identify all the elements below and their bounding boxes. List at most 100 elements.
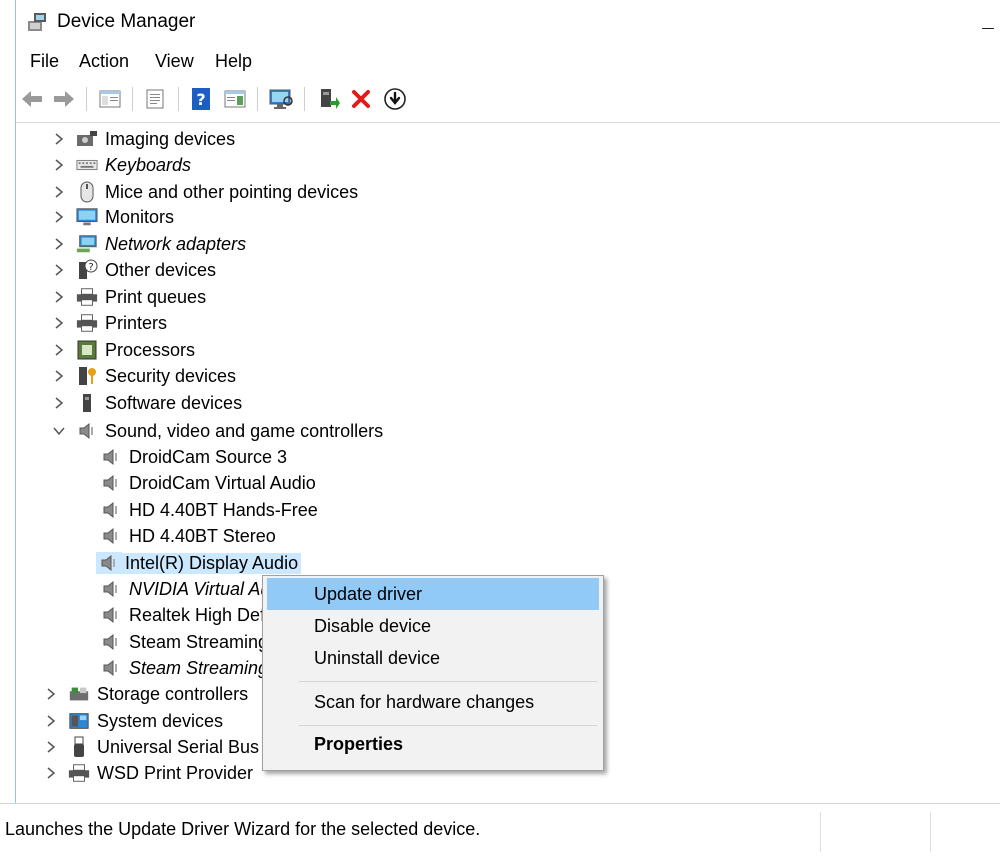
chevron-right-icon[interactable] xyxy=(52,210,66,224)
chevron-right-icon[interactable] xyxy=(52,343,66,357)
action-pane-icon[interactable] xyxy=(221,85,249,113)
properties-sheet-icon[interactable] xyxy=(141,85,169,113)
toolbar: ? xyxy=(16,82,1000,123)
menu-item-scan-hardware[interactable]: Scan for hardware changes xyxy=(267,686,599,718)
menu-separator xyxy=(299,725,597,726)
menu-bar: File Action View Help xyxy=(16,46,1000,76)
tree-item-label: Imaging devices xyxy=(105,128,236,149)
tree-child-droidcam-virtual-audio[interactable]: DroidCam Virtual Audio xyxy=(100,470,316,496)
red-x-icon[interactable] xyxy=(347,85,375,113)
keyboard-icon xyxy=(76,154,98,176)
tree-item-label: Mice and other pointing devices xyxy=(105,181,359,202)
tree-item-keyboards[interactable]: Keyboards xyxy=(52,152,191,178)
help-icon[interactable]: ? xyxy=(187,85,215,113)
tree-item-storage-controllers[interactable]: Storage controllers xyxy=(44,681,248,707)
chevron-right-icon[interactable] xyxy=(52,263,66,277)
tree-item-sound-video-game[interactable]: Sound, video and game controllers xyxy=(52,418,383,444)
status-text: Launches the Update Driver Wizard for th… xyxy=(5,819,481,839)
tree-item-label-selected: Intel(R) Display Audio xyxy=(122,552,302,574)
chevron-right-icon[interactable] xyxy=(44,687,58,701)
menu-item-uninstall-device[interactable]: Uninstall device xyxy=(267,642,599,674)
tree-item-label: Other devices xyxy=(105,259,217,280)
tree-item-label: Realtek High Defi xyxy=(129,604,270,625)
chevron-right-icon[interactable] xyxy=(52,132,66,146)
menu-item-disable-device[interactable]: Disable device xyxy=(267,610,599,642)
tree-item-print-queues[interactable]: Print queues xyxy=(52,284,206,310)
download-circle-icon[interactable] xyxy=(381,85,409,113)
chevron-right-icon[interactable] xyxy=(52,316,66,330)
system-devices-icon xyxy=(68,710,90,732)
tree-item-label: Printers xyxy=(105,312,168,333)
tree-child-steam-streaming-2[interactable]: Steam Streaming xyxy=(100,655,268,681)
chevron-right-icon[interactable] xyxy=(52,369,66,383)
software-device-icon xyxy=(76,392,98,414)
tree-item-security-devices[interactable]: Security devices xyxy=(52,363,236,389)
menu-help[interactable]: Help xyxy=(213,51,254,72)
chevron-right-icon[interactable] xyxy=(52,290,66,304)
tree-item-label: DroidCam Source 3 xyxy=(129,446,288,467)
tree-child-realtek-high-def[interactable]: Realtek High Defi xyxy=(100,602,269,628)
minimize-button[interactable] xyxy=(982,28,994,29)
tree-item-mice[interactable]: Mice and other pointing devices xyxy=(52,179,358,205)
menu-view[interactable]: View xyxy=(153,51,196,72)
menu-file[interactable]: File xyxy=(28,51,61,72)
menu-separator xyxy=(299,681,597,682)
speaker-icon xyxy=(100,525,122,547)
tree-item-usb[interactable]: Universal Serial Bus c xyxy=(44,734,273,760)
chevron-down-icon[interactable] xyxy=(52,424,66,438)
usb-icon xyxy=(68,736,90,758)
tree-item-wsd-print-provider[interactable]: WSD Print Provider xyxy=(44,760,253,786)
chevron-right-icon[interactable] xyxy=(52,158,66,172)
menu-item-update-driver[interactable]: Update driver xyxy=(267,578,599,610)
tree-item-software-devices[interactable]: Software devices xyxy=(52,390,242,416)
speaker-icon xyxy=(100,631,122,653)
chevron-right-icon[interactable] xyxy=(44,766,58,780)
menu-action[interactable]: Action xyxy=(77,51,131,72)
tree-item-label: NVIDIA Virtual Au xyxy=(129,578,271,599)
menu-item-properties[interactable]: Properties xyxy=(267,728,599,760)
tree-item-label: Monitors xyxy=(105,206,175,227)
update-driver-icon[interactable] xyxy=(314,85,342,113)
tree-item-printers[interactable]: Printers xyxy=(52,310,167,336)
tree-item-label: Keyboards xyxy=(105,154,192,175)
tree-child-nvidia-virtual-audio[interactable]: NVIDIA Virtual Au xyxy=(100,576,270,602)
chevron-right-icon[interactable] xyxy=(52,396,66,410)
monitor-icon xyxy=(76,206,98,228)
tree-child-steam-streaming-1[interactable]: Steam Streaming xyxy=(100,629,268,655)
camera-icon xyxy=(76,128,98,150)
tree-child-droidcam-source[interactable]: DroidCam Source 3 xyxy=(100,444,287,470)
tree-child-intel-display-audio[interactable]: Intel(R) Display Audio xyxy=(96,550,302,576)
tree-item-label: Processors xyxy=(105,339,196,360)
monitor-scan-icon[interactable] xyxy=(267,85,295,113)
tree-item-label: Software devices xyxy=(105,392,243,413)
chevron-right-icon[interactable] xyxy=(52,185,66,199)
tree-item-imaging-devices[interactable]: Imaging devices xyxy=(52,126,235,152)
speaker-icon xyxy=(100,604,122,626)
tree-child-hd-hands-free[interactable]: HD 4.40BT Hands-Free xyxy=(100,497,318,523)
tree-item-label: HD 4.40BT Hands-Free xyxy=(129,499,318,520)
tree-item-label: Universal Serial Bus c xyxy=(97,736,274,757)
tree-item-monitors[interactable]: Monitors xyxy=(52,204,174,230)
speaker-icon xyxy=(100,499,122,521)
tree-item-label: DroidCam Virtual Audio xyxy=(129,472,316,493)
tree-child-hd-stereo[interactable]: HD 4.40BT Stereo xyxy=(100,523,276,549)
chevron-right-icon[interactable] xyxy=(52,237,66,251)
chevron-right-icon[interactable] xyxy=(44,740,58,754)
svg-text:?: ? xyxy=(196,90,205,109)
forward-arrow-icon[interactable] xyxy=(50,85,78,113)
tree-item-processors[interactable]: Processors xyxy=(52,337,195,363)
tree-item-network-adapters[interactable]: Network adapters xyxy=(52,231,246,257)
speaker-icon xyxy=(96,552,122,574)
tree-item-label: HD 4.40BT Stereo xyxy=(129,525,276,546)
network-adapter-icon xyxy=(76,233,98,255)
back-arrow-icon[interactable] xyxy=(18,85,46,113)
tree-item-system-devices[interactable]: System devices xyxy=(44,708,223,734)
tree-item-label: Steam Streaming xyxy=(129,631,269,652)
tree-item-other-devices[interactable]: ? Other devices xyxy=(52,257,216,283)
speaker-icon xyxy=(100,657,122,679)
console-tree-icon[interactable] xyxy=(96,85,124,113)
context-menu: Update driver Disable device Uninstall d… xyxy=(262,575,604,771)
printer-icon xyxy=(68,762,90,784)
chevron-right-icon[interactable] xyxy=(44,714,58,728)
status-bar: Launches the Update Driver Wizard for th… xyxy=(0,803,1000,858)
